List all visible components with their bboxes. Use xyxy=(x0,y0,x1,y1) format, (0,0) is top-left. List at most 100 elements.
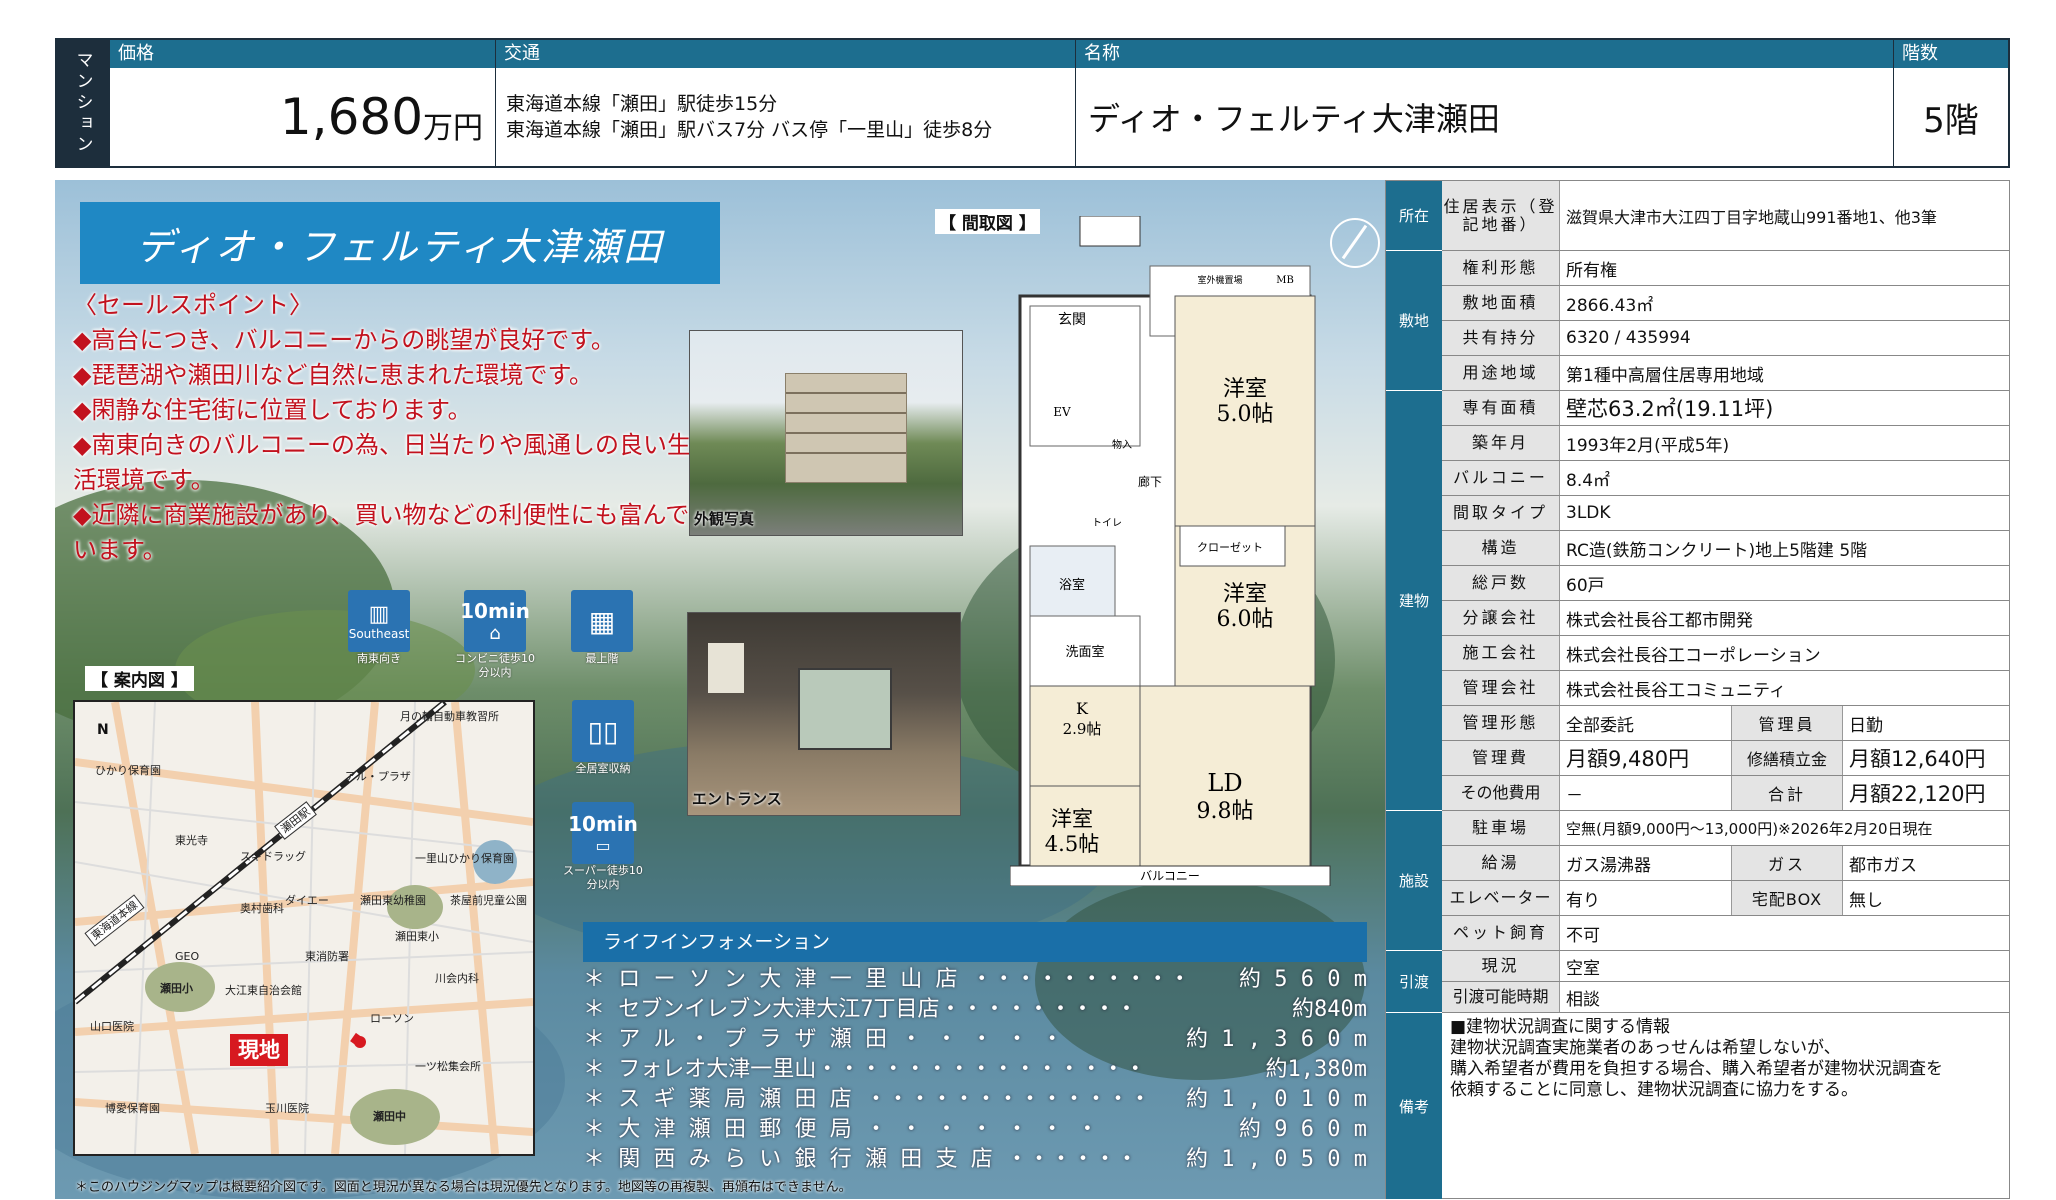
section-shisetsu: 施設 xyxy=(1386,811,1442,951)
convenience-store-icon: 10min ⌂ xyxy=(460,590,530,652)
map-chausu: 茶屋前児童公園 xyxy=(450,894,527,907)
spec-key: 築年月 xyxy=(1442,426,1560,460)
guide-map: N 月の輪自動車教習所 ひかり保育園 アル・プラザ 瀬田駅 東光寺 スギドラッグ… xyxy=(73,700,535,1156)
spec-key: ペット飼育 xyxy=(1442,916,1560,950)
spec-key: 管理員 xyxy=(1731,706,1843,740)
spec-row-hikiwatashi: 引渡可能時期 相談 xyxy=(1442,982,2009,1013)
fp-shitsugai: 室外機置場 xyxy=(1197,274,1242,286)
map-sugi: スギドラッグ xyxy=(240,850,306,863)
spec-value: 第1種中高層住居専用地域 xyxy=(1566,365,1764,386)
biko-line: 建物状況調査実施業者のあっせんは希望しないが、 xyxy=(1450,1038,1841,1058)
entrance-photo-label: エントランス xyxy=(692,790,782,808)
fp-yoshitsu3-size: 4.5帖 xyxy=(1045,832,1099,856)
spec-key: 給湯 xyxy=(1442,846,1560,880)
access-line-1: 東海道本線「瀬田」駅徒歩15分 xyxy=(506,93,778,115)
spec-key: 共有持分 xyxy=(1442,321,1560,355)
sales-point: ◆閑静な住宅街に位置しております。 xyxy=(73,396,472,424)
life-info-item: ＊ 大 津 瀬 田 郵 便 局 ・ ・ ・ ・ ・ ・ ・ 約 9 6 0 m xyxy=(583,1112,1367,1142)
map-geo: GEO xyxy=(175,950,200,963)
spec-key: 総戸数 xyxy=(1442,566,1560,600)
feature-supermarket: 10min ▭ スーパー徒歩10分以内 xyxy=(560,802,646,892)
spec-value: 8.4㎡ xyxy=(1566,470,1611,491)
fp-mono: 物入 xyxy=(1112,438,1132,451)
spec-value: 日勤 xyxy=(1849,715,1883,736)
spec-row-kyoyu: 共有持分 6320 / 435994 xyxy=(1442,321,2009,356)
life-info-name: ＊ セブンイレブン大津大江7丁目店・・・・・・・・・ xyxy=(583,997,1138,1022)
fp-k-name: K xyxy=(1076,699,1089,718)
spec-key: 駐車場 xyxy=(1442,811,1560,845)
spec-value: 都市ガス xyxy=(1849,855,1917,876)
spec-key: ガス xyxy=(1731,846,1843,880)
map-yamaguchi: 山口医院 xyxy=(90,1020,134,1033)
life-info-item: ＊ ス ギ 薬 局 瀬 田 店 ・・・・・・・・・・・・・ 約 1 , 0 1 0… xyxy=(583,1082,1367,1112)
map-genchi: 現地 xyxy=(230,1034,288,1066)
spec-row-pet: ペット飼育 不可 xyxy=(1442,916,2009,951)
map-ichiriyama: 一里山ひかり保育園 xyxy=(415,852,514,865)
spec-key: その他費用 xyxy=(1442,776,1560,810)
spec-value: 3LDK xyxy=(1566,503,1611,523)
header-bar: マンション 価格 1,680 万円 交通 東海道本線「瀬田」駅徒歩15分 東海道… xyxy=(55,38,2010,168)
spec-row-sonota: その他費用 － 合計 月額22,120円 xyxy=(1442,776,2009,811)
spec-row-address: 住居表示（登記地番） 滋賀県大津市大江四丁目字地蔵山991番地1、他3筆 xyxy=(1442,181,2009,251)
map-tsukinowa: 月の輪自動車教習所 xyxy=(400,710,499,723)
fp-yoshitsu1-size: 5.0帖 xyxy=(1217,402,1274,427)
floor-caption: 階数 xyxy=(1894,40,2008,68)
spec-value: ガス湯沸器 xyxy=(1566,855,1651,876)
map-hakuai: 博愛保育園 xyxy=(105,1102,160,1115)
life-info-distance: 約 1 , 0 5 0 m xyxy=(1186,1147,1367,1172)
spec-key: 用途地域 xyxy=(1442,356,1560,390)
spec-row-kanrihi: 管理費 月額9,480円 修繕積立金 月額12,640円 xyxy=(1442,741,2009,776)
life-info-distance: 約 1 , 0 1 0 m xyxy=(1186,1087,1367,1112)
map-hikari: ひかり保育園 xyxy=(95,764,161,777)
floorplan-drawing: 玄関 EV 物入 廊下 室外機置場 MB 洋室 5.0帖 クローゼット トイレ … xyxy=(1009,215,1331,897)
map-seta-sho: 瀬田小 xyxy=(160,982,193,995)
spec-row-yoto: 用途地域 第1種中高層住居専用地域 xyxy=(1442,356,2009,391)
sales-points: 〈セールスポイント〉 ◆高台につき、バルコニーからの眺望が良好です。 ◆琵琶湖や… xyxy=(73,288,703,568)
building-shape xyxy=(785,373,907,483)
entrance-photo: エントランス xyxy=(687,612,961,816)
section-shozai: 所在 xyxy=(1386,181,1442,251)
map-lawson: ローソン xyxy=(370,1012,414,1025)
sales-point: ◆琵琶湖や瀬田川など自然に恵まれた環境です。 xyxy=(73,361,594,389)
feature-supermarket-caption: スーパー徒歩10分以内 xyxy=(563,864,643,891)
section-hikiwatashi: 引渡 xyxy=(1386,951,1442,1013)
spec-row-soko: 総戸数 60戸 xyxy=(1442,566,2009,601)
price-cell: 価格 1,680 万円 xyxy=(109,40,495,166)
access-caption: 交通 xyxy=(496,40,1075,68)
life-info-distance: 約 9 6 0 m xyxy=(1239,1117,1367,1142)
spec-row-chusha: 駐車場 空無(月額9,000円～13,000円)※2026年2月20日現在 xyxy=(1442,811,2009,846)
fp-balcony: バルコニー xyxy=(1140,869,1200,883)
spec-value: 月額12,640円 xyxy=(1849,747,1986,771)
category-label: マンション xyxy=(57,40,109,166)
southeast-icon: ▥ Southeast xyxy=(348,590,410,652)
spec-value: 6320 / 435994 xyxy=(1566,328,1691,348)
spec-row-kanri-kaisha: 管理会社 株式会社長谷工コミュニティ xyxy=(1442,671,2009,706)
map-okumura: 奥村歯科 xyxy=(240,902,284,915)
property-name: ディオ・フェルティ大津瀬田 xyxy=(1088,100,1500,138)
spec-key: 修繕積立金 xyxy=(1731,741,1843,775)
spec-key: 敷地面積 xyxy=(1442,286,1560,320)
life-info-item: ＊ セブンイレブン大津大江7丁目店・・・・・・・・・ 約840m xyxy=(583,992,1367,1022)
fp-toilet: トイレ xyxy=(1092,518,1122,529)
map-daiei: ダイエー xyxy=(285,894,329,907)
map-tokoji: 東光寺 xyxy=(175,834,208,847)
spec-value: 所有権 xyxy=(1566,260,1617,281)
life-info-item: ＊ ア ル ・ プ ラ ザ 瀬 田 ・ ・ ・ ・ ・ 約 1 , 3 6 0 m xyxy=(583,1022,1367,1052)
map-oehigashi: 大江東自治会館 xyxy=(225,984,302,997)
spec-value: 株式会社長谷工コーポレーション xyxy=(1566,645,1821,666)
feature-storage-caption: 全居室収納 xyxy=(575,762,631,775)
fp-yoshitsu2-size: 6.0帖 xyxy=(1217,607,1274,632)
spec-row-kenri: 権利形態 所有権 xyxy=(1442,251,2009,286)
life-info-item: ＊ フォレオ大津一里山・・・・・・・・・・・・・・・ 約1,380m xyxy=(583,1052,1367,1082)
spec-value: 1993年2月(平成5年) xyxy=(1566,435,1730,456)
life-info-name: ＊ フォレオ大津一里山・・・・・・・・・・・・・・・ xyxy=(583,1057,1147,1082)
storage-icon: ▯▯ xyxy=(572,700,634,762)
spec-key: バルコニー xyxy=(1442,461,1560,495)
supermarket-icon: 10min ▭ xyxy=(568,802,638,864)
spec-key: 間取タイプ xyxy=(1442,496,1560,530)
floor-value: 5階 xyxy=(1923,100,1979,141)
spec-value: 全部委託 xyxy=(1566,715,1634,736)
fp-senmen: 洗面室 xyxy=(1065,644,1104,660)
price-unit: 万円 xyxy=(423,111,483,146)
sales-point: ◆近隣に商業施設があり、買い物などの利便性にも富んでいます。 xyxy=(73,501,690,564)
